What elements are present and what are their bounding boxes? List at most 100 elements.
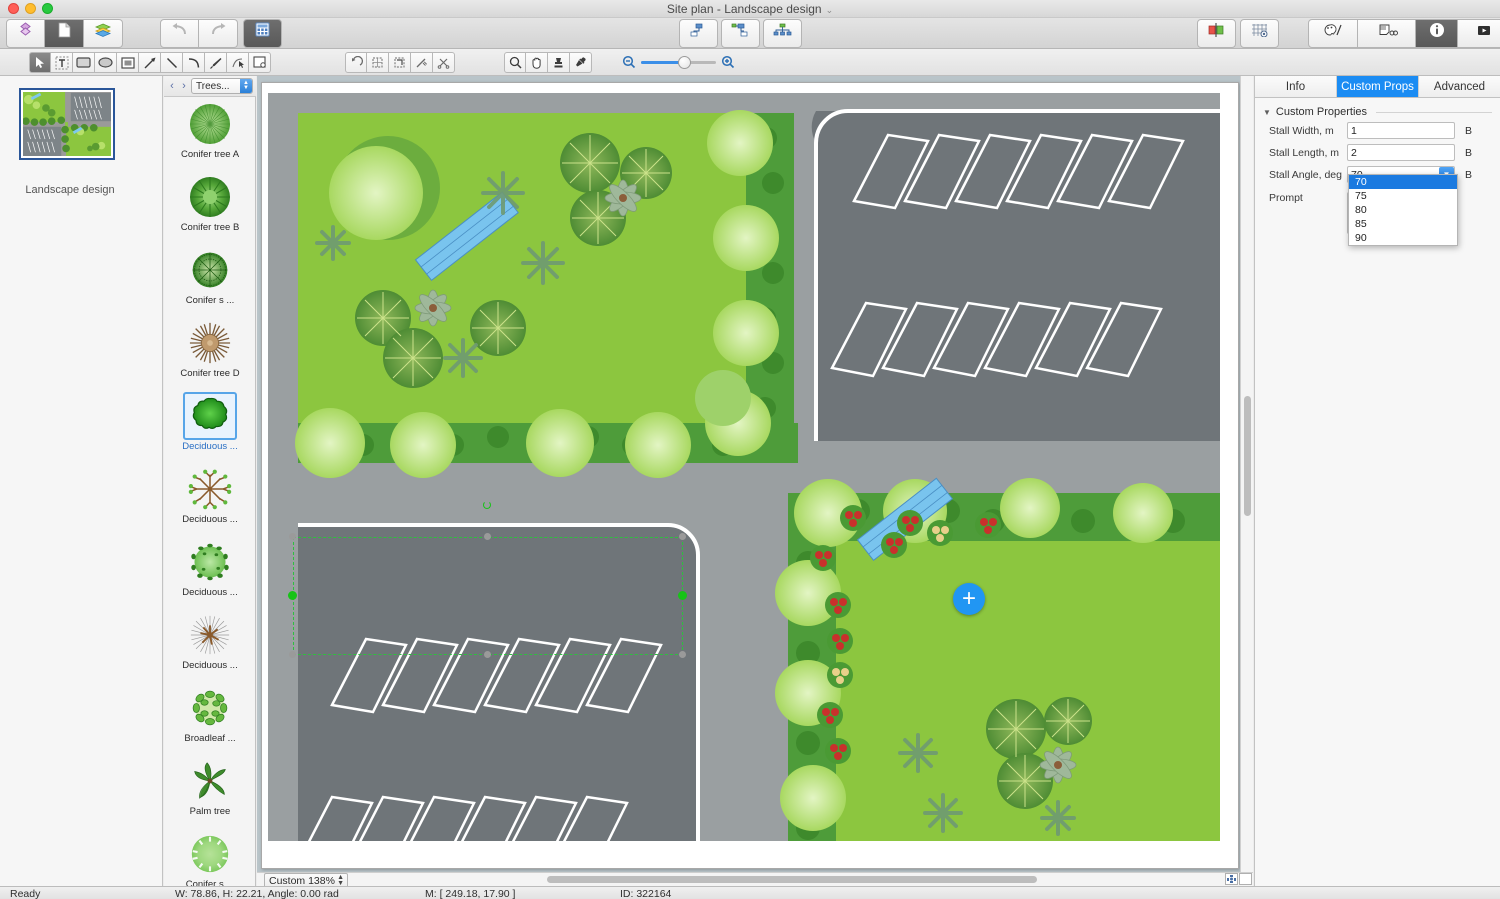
library-item-conifer-s-e[interactable]: Conifer s ... bbox=[164, 827, 256, 886]
dropdown-option-70[interactable]: 70 bbox=[1349, 175, 1457, 189]
custom-properties-header[interactable]: ▼ Custom Properties bbox=[1255, 106, 1500, 118]
stall-length-value: 2 bbox=[1351, 146, 1357, 159]
tree-connector-button[interactable]: Tree bbox=[763, 19, 802, 61]
canvas-resize-grip[interactable] bbox=[1239, 873, 1252, 885]
add-element-button[interactable]: + bbox=[953, 583, 985, 615]
undo-button[interactable]: Undo bbox=[160, 19, 199, 61]
ellipse-tool[interactable] bbox=[95, 52, 117, 73]
info-button[interactable]: Info bbox=[1416, 19, 1458, 61]
dropdown-option-75[interactable]: 75 bbox=[1349, 189, 1457, 203]
page-thumbnail[interactable] bbox=[19, 88, 115, 160]
dropdown-option-label: 75 bbox=[1355, 190, 1367, 202]
tab-custom-props[interactable]: Custom Props bbox=[1337, 76, 1419, 97]
library-item-deciduous-a[interactable]: Deciduous ... bbox=[164, 389, 256, 462]
dropdown-option-80[interactable]: 80 bbox=[1349, 203, 1457, 217]
library-item-deciduous-b[interactable]: Deciduous ... bbox=[164, 462, 256, 535]
chevron-right-icon[interactable]: › bbox=[179, 80, 189, 92]
zoom-out-icon[interactable] bbox=[622, 55, 636, 69]
redo-button[interactable]: Redo bbox=[199, 19, 238, 61]
snap-icon bbox=[1207, 20, 1226, 37]
library-item-conifer-tree-b[interactable]: Conifer tree B bbox=[164, 170, 256, 243]
stall-length-flag[interactable]: B bbox=[1465, 147, 1472, 159]
scissors-tool[interactable] bbox=[433, 52, 455, 73]
stall-length-input[interactable]: 2 bbox=[1347, 144, 1455, 161]
rounded-frame-tool[interactable] bbox=[117, 52, 139, 73]
canvas-fit-button[interactable] bbox=[1225, 873, 1238, 885]
line-tool[interactable] bbox=[161, 52, 183, 73]
hypernote-button[interactable]: Hypernote bbox=[1358, 19, 1416, 61]
selection-handle-bottom-right[interactable] bbox=[679, 651, 686, 658]
tab-advanced[interactable]: Advanced bbox=[1419, 76, 1500, 97]
library-item-label: Deciduous ... bbox=[182, 587, 238, 598]
library-category-stepper-icon[interactable]: ▲ ▼ bbox=[240, 79, 252, 93]
stall-angle-dropdown-list[interactable]: 70 75 80 85 90 bbox=[1348, 174, 1458, 246]
hand-pan-tool[interactable] bbox=[526, 52, 548, 73]
library-item-label: Palm tree bbox=[189, 806, 231, 817]
zoom-magnifier-tool[interactable] bbox=[504, 52, 526, 73]
selection-rotate-handle[interactable] bbox=[483, 501, 491, 509]
site-plan-drawing[interactable] bbox=[268, 93, 1220, 841]
library-item-broadleaf[interactable]: Broadleaf ... bbox=[164, 681, 256, 754]
dropdown-option-90[interactable]: 90 bbox=[1349, 231, 1457, 245]
dropdown-option-85[interactable]: 85 bbox=[1349, 217, 1457, 231]
library-item-conifer-tree-d[interactable]: Conifer tree D bbox=[164, 316, 256, 389]
selection-handle-bottom-left[interactable] bbox=[289, 651, 296, 658]
canvas-horizontal-scroll-thumb[interactable] bbox=[547, 876, 1037, 883]
selection-handle-bottom-center[interactable] bbox=[484, 651, 491, 658]
title-chevron-down-icon[interactable]: ⌄ bbox=[826, 5, 834, 15]
tab-info[interactable]: Info bbox=[1255, 76, 1337, 97]
trim-tool[interactable] bbox=[389, 52, 411, 73]
stall-angle-flag[interactable]: B bbox=[1465, 169, 1472, 181]
rectangle-tool[interactable] bbox=[73, 52, 95, 73]
smart-connector-button[interactable]: Smart bbox=[679, 19, 718, 61]
document-sheet[interactable]: + bbox=[261, 82, 1239, 869]
pages-button[interactable]: Pages bbox=[45, 19, 84, 61]
selection-handle-middle-left[interactable] bbox=[288, 591, 297, 600]
library-items-list[interactable]: Conifer tree A Conifer tree B Conifer s … bbox=[164, 97, 256, 886]
arrow-line-tool[interactable] bbox=[139, 52, 161, 73]
library-category-select[interactable]: Trees... ▲ ▼ bbox=[191, 78, 253, 94]
chain-connector-button[interactable]: Chain bbox=[721, 19, 760, 61]
layers-button[interactable]: Layers bbox=[84, 19, 123, 61]
library-button[interactable]: Library bbox=[243, 19, 282, 61]
canvas-vertical-scrollbar[interactable] bbox=[1240, 76, 1253, 873]
library-item-deciduous-c[interactable]: Deciduous ... bbox=[164, 535, 256, 608]
canvas-horizontal-scrollbar[interactable] bbox=[257, 872, 1253, 886]
stamp-tool[interactable] bbox=[548, 52, 570, 73]
format-button[interactable]: Format bbox=[1308, 19, 1358, 61]
present-button[interactable]: Present bbox=[1458, 19, 1500, 61]
zoom-in-icon[interactable] bbox=[721, 55, 735, 69]
callout-tool[interactable] bbox=[249, 52, 271, 73]
pages-panel: Landscape design bbox=[0, 76, 163, 886]
library-item-conifer-s-c[interactable]: Conifer s ... bbox=[164, 243, 256, 316]
stall-width-input[interactable]: 1 bbox=[1347, 122, 1455, 139]
selection-handle-top-center[interactable] bbox=[484, 533, 491, 540]
zoom-slider[interactable] bbox=[641, 53, 716, 71]
library-item-conifer-tree-a[interactable]: Conifer tree A bbox=[164, 97, 256, 170]
library-item-palm-tree[interactable]: Palm tree bbox=[164, 754, 256, 827]
crop-tool[interactable] bbox=[367, 52, 389, 73]
stall-width-flag[interactable]: B bbox=[1465, 125, 1472, 137]
solutions-button[interactable]: Solutions bbox=[6, 19, 45, 61]
selection-handle-top-left[interactable] bbox=[289, 533, 296, 540]
library-item-label: Broadleaf ... bbox=[184, 733, 236, 744]
knife-tool[interactable] bbox=[411, 52, 433, 73]
grid-button[interactable]: Grid bbox=[1240, 19, 1279, 61]
pen-tool[interactable] bbox=[205, 52, 227, 73]
bezier-point-tool[interactable] bbox=[227, 52, 249, 73]
zoom-slider-control[interactable] bbox=[622, 53, 735, 71]
canvas-vertical-scroll-thumb[interactable] bbox=[1244, 396, 1251, 516]
eyedropper-tool[interactable] bbox=[570, 52, 592, 73]
chevron-left-icon[interactable]: ‹ bbox=[167, 80, 177, 92]
selection-handle-top-right[interactable] bbox=[679, 533, 686, 540]
snap-button[interactable]: Snap bbox=[1197, 19, 1236, 61]
select-arrow-tool[interactable] bbox=[29, 52, 51, 73]
selection-handle-middle-right[interactable] bbox=[678, 591, 687, 600]
rotate-tool[interactable] bbox=[345, 52, 367, 73]
text-tool[interactable] bbox=[51, 52, 73, 73]
canvas-area[interactable]: + bbox=[257, 76, 1253, 886]
library-item-deciduous-d[interactable]: Deciduous ... bbox=[164, 608, 256, 681]
curve-tool[interactable] bbox=[183, 52, 205, 73]
disclosure-triangle-down-icon[interactable]: ▼ bbox=[1263, 108, 1271, 117]
zoom-slider-knob[interactable] bbox=[678, 56, 691, 69]
